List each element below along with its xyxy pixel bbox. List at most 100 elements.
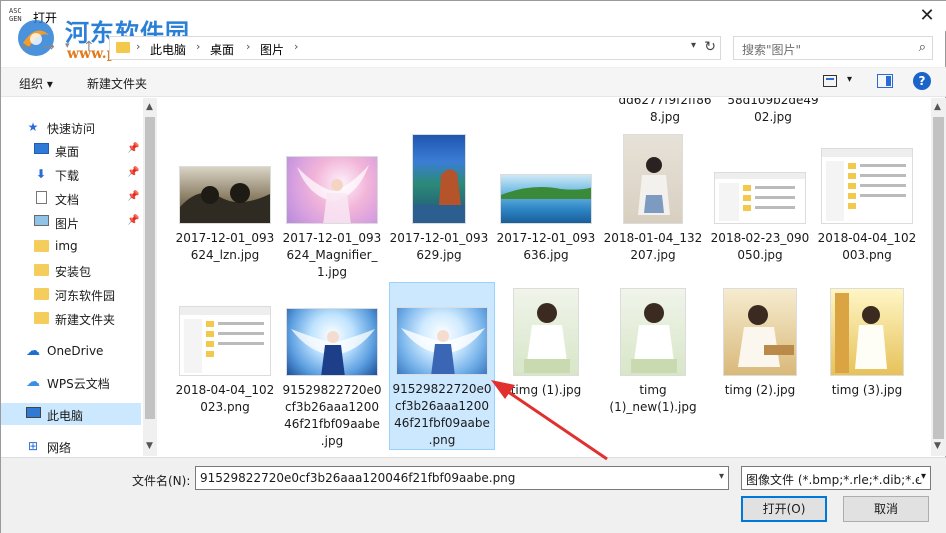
new-folder-button[interactable]: 新建文件夹 — [87, 75, 147, 92]
file-tile[interactable]: 2017-12-01_093 636.jpg — [494, 148, 598, 268]
breadcrumb-this-pc[interactable]: 此电脑 — [150, 41, 186, 58]
file-tile[interactable]: timg (1)_new(1).jpg — [601, 284, 705, 434]
sidebar-item-documents[interactable]: 文档 📌 — [1, 187, 141, 209]
sidebar-item-label: 快速访问 — [47, 122, 96, 136]
preview-pane-icon[interactable] — [877, 74, 893, 88]
file-tile[interactable]: 91529822720e0 cf3b26aaa1200 46f21fbf09aabe… — [280, 284, 384, 448]
pictures-icon — [33, 215, 49, 229]
folder-icon — [33, 287, 49, 301]
sidebar-item-label: WPS云文档 — [47, 377, 110, 391]
sidebar-item-label: 网络 — [47, 441, 72, 455]
image-thumbnail — [714, 172, 806, 224]
sidebar-item-label: 文档 — [55, 193, 80, 207]
file-tile[interactable]: 2018-02-23_090 050.jpg — [708, 148, 812, 268]
file-tile[interactable]: 2017-12-01_093 624_lzn.jpg — [173, 148, 277, 268]
address-bar[interactable]: › 此电脑 › 桌面 › 图片 › ▾ ↻ — [109, 36, 721, 60]
up-arrow-icon[interactable]: ↑ — [83, 39, 95, 55]
search-placeholder: 搜索"图片" — [742, 43, 802, 57]
sidebar-scroll-thumb[interactable] — [145, 117, 155, 419]
sidebar-item-this-pc[interactable]: 此电脑 — [1, 403, 141, 425]
file-name: 58d109b2de49 02.jpg — [727, 98, 819, 124]
view-dropdown-icon[interactable]: ▾ — [847, 74, 852, 85]
sidebar-item-new-folder[interactable]: 新建文件夹 — [1, 307, 141, 329]
sidebar-item-hedong[interactable]: 河东软件园 — [1, 283, 141, 305]
image-thumbnail — [286, 308, 378, 376]
folder-icon — [33, 239, 49, 253]
file-type-select[interactable]: 图像文件 (*.bmp;*.rle;*.dib;*.e ▾ — [741, 466, 931, 490]
desktop-icon — [33, 143, 49, 157]
file-tile[interactable]: 2017-12-01_093 629.jpg — [387, 134, 491, 268]
breadcrumb-pictures[interactable]: 图片 — [260, 41, 284, 58]
sidebar-item-wps-cloud[interactable]: ☁ WPS云文档 — [1, 371, 141, 393]
chevron-down-icon[interactable]: ▾ — [719, 471, 724, 482]
file-tile[interactable]: 2018-04-04_102 023.png — [173, 284, 277, 434]
chevron-right-icon[interactable]: › — [294, 40, 298, 53]
file-tile[interactable]: timg (2).jpg — [708, 284, 812, 434]
scroll-down-icon[interactable]: ▼ — [934, 441, 941, 451]
file-tile[interactable]: 2018-01-04_132 207.jpg — [601, 134, 705, 268]
navigation-pane: ★ 快速访问 桌面 📌 ⬇ 下载 📌 文档 📌 图片 📌 img 安装包 河东软… — [1, 98, 157, 456]
sidebar-item-img[interactable]: img — [1, 235, 141, 257]
file-list-scroll-thumb[interactable] — [933, 117, 944, 439]
file-type-value: 图像文件 (*.bmp;*.rle;*.dib;*.e — [746, 473, 923, 487]
search-icon: ⌕ — [918, 40, 926, 55]
refresh-icon[interactable]: ↻ — [704, 39, 716, 55]
sidebar-item-pictures[interactable]: 图片 📌 — [1, 211, 141, 233]
cloud-icon: ☁ — [26, 374, 40, 390]
image-thumbnail — [500, 174, 592, 224]
scroll-up-icon[interactable]: ▲ — [146, 102, 153, 112]
folder-icon — [116, 42, 130, 53]
close-button[interactable]: ✕ — [915, 5, 939, 27]
cancel-button[interactable]: 取消 — [843, 496, 929, 522]
sidebar-item-label: img — [55, 239, 78, 253]
file-name: 2017-12-01_093 624_lzn.jpg — [175, 231, 275, 262]
dialog-footer: 文件名(N): 91529822720e0cf3b26aaa120046f21f… — [1, 457, 946, 533]
filename-input[interactable]: 91529822720e0cf3b26aaa120046f21fbf09aabe… — [195, 466, 729, 490]
file-name: timg (1).jpg — [510, 383, 582, 397]
sidebar-item-label: 此电脑 — [47, 409, 84, 423]
pin-icon[interactable]: 📌 — [127, 215, 139, 226]
pin-icon[interactable]: 📌 — [127, 143, 139, 154]
file-tile[interactable]: dd6277f9f2ff86 8.jpg — [613, 98, 717, 128]
file-tile-selected[interactable]: 91529822720e0 cf3b26aaa1200 46f21fbf09aabe… — [389, 282, 495, 450]
change-view-icon[interactable] — [823, 75, 837, 87]
sidebar-item-network[interactable]: ⊞ 网络 — [1, 435, 141, 457]
forward-arrow-icon[interactable]: → — [43, 39, 55, 55]
file-tile[interactable]: 58d109b2de49 02.jpg — [721, 98, 825, 128]
star-icon: ★ — [27, 120, 39, 134]
address-dropdown-icon[interactable]: ▾ — [691, 40, 696, 51]
scroll-down-icon[interactable]: ▼ — [146, 441, 153, 451]
file-tile[interactable]: 2017-12-01_093 624_Magnifier_ 1.jpg — [280, 148, 384, 279]
document-icon — [33, 191, 49, 205]
file-name: timg (1)_new(1).jpg — [609, 383, 697, 414]
file-name: 2018-04-04_102 003.png — [817, 231, 917, 262]
organize-menu-button[interactable]: 组织 ▾ — [19, 75, 53, 92]
back-arrow-icon[interactable]: ← — [21, 39, 33, 55]
sidebar-item-onedrive[interactable]: ☁ OneDrive — [1, 340, 141, 362]
help-icon[interactable]: ? — [913, 72, 931, 90]
pin-icon[interactable]: 📌 — [127, 191, 139, 202]
search-input[interactable]: 搜索"图片" ⌕ — [733, 36, 933, 60]
file-tile[interactable]: timg (3).jpg — [815, 284, 919, 434]
file-name: 2018-01-04_132 207.jpg — [603, 231, 703, 262]
file-tile[interactable]: timg (1).jpg — [494, 284, 598, 434]
sidebar-item-installers[interactable]: 安装包 — [1, 259, 141, 281]
pin-icon[interactable]: 📌 — [127, 167, 139, 178]
sidebar-item-downloads[interactable]: ⬇ 下载 📌 — [1, 163, 141, 185]
chevron-down-icon[interactable]: ▾ — [918, 471, 926, 482]
open-button[interactable]: 打开(O) — [741, 496, 827, 522]
chevron-right-icon[interactable]: › — [246, 40, 250, 53]
recent-dropdown-icon[interactable]: ▾ — [65, 41, 70, 51]
scroll-up-icon[interactable]: ▲ — [934, 102, 941, 112]
sidebar-item-quick-access[interactable]: ★ 快速访问 — [1, 116, 141, 138]
sidebar-item-desktop[interactable]: 桌面 📌 — [1, 139, 141, 161]
file-tile[interactable]: 2018-04-04_102 003.png — [815, 148, 919, 268]
file-name: timg (3).jpg — [831, 383, 903, 397]
chevron-right-icon[interactable]: › — [196, 40, 200, 53]
breadcrumb-desktop[interactable]: 桌面 — [210, 41, 234, 58]
filename-label: 文件名(N): — [132, 474, 191, 488]
chevron-right-icon[interactable]: › — [136, 40, 140, 53]
file-name: 2017-12-01_093 624_Magnifier_ 1.jpg — [282, 231, 382, 279]
filename-value: 91529822720e0cf3b26aaa120046f21fbf09aabe… — [200, 471, 516, 485]
sidebar-item-label: 安装包 — [55, 265, 92, 279]
